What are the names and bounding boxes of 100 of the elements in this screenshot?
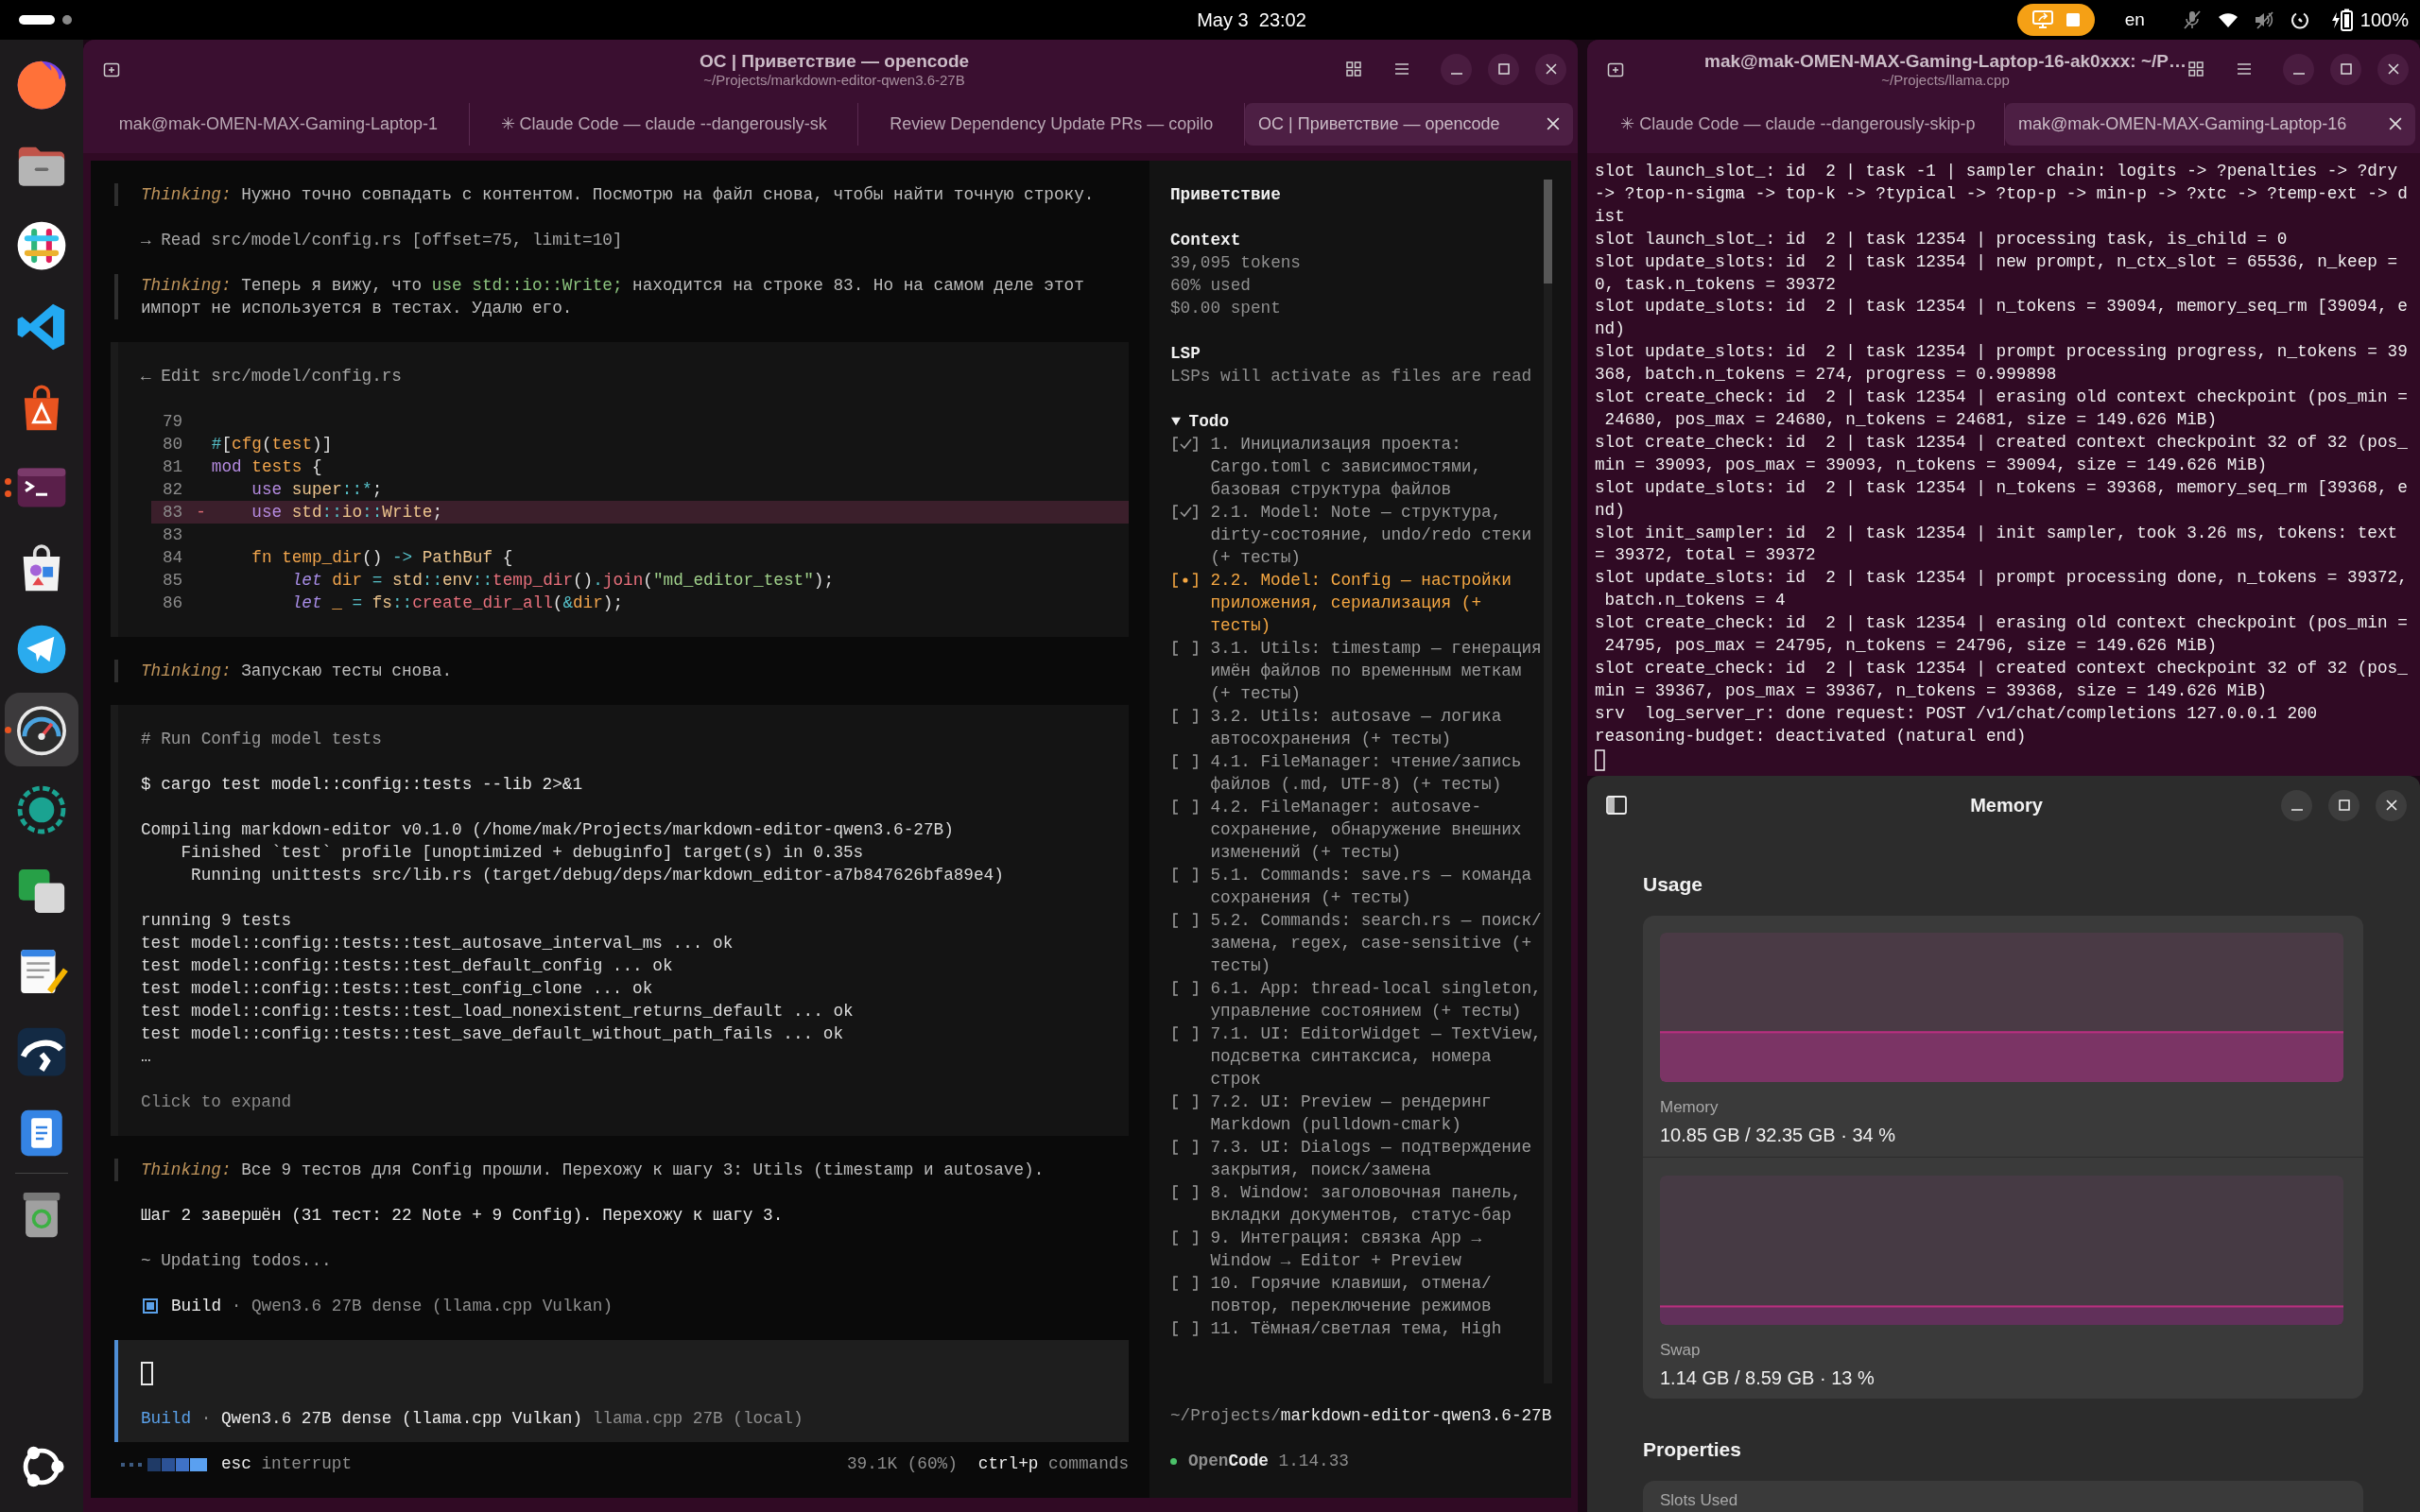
terminal-tab[interactable]: OC | Приветствие — opencode	[1245, 102, 1573, 146]
code-line: let dir = std::env::temp_dir().join("md_editor_test");	[290, 570, 834, 592]
window-title: Memory	[1970, 794, 2043, 816]
todo-item: 3.2. Utils: autosave — логика автосохранения (+ тесты)	[1210, 706, 1503, 750]
screen-sharing-indicator[interactable]	[2016, 4, 2095, 36]
command-title: # Run Config model tests	[140, 729, 383, 750]
screen-share-icon	[2031, 10, 2053, 29]
output-line: running 9 tests	[140, 910, 293, 932]
meter-label: Memory	[1660, 1097, 1719, 1118]
meter-value: 1.14 GB / 8.59 GB · 13 %	[1660, 1366, 1875, 1390]
minimize-button[interactable]	[2283, 53, 2314, 85]
close-button[interactable]	[2376, 789, 2407, 821]
context-stat: 39,095 tokens	[1170, 252, 1302, 274]
meter-value: 10.85 GB / 32.35 GB · 34 %	[1660, 1124, 1896, 1147]
terminal-tab[interactable]: mak@mak-OMEN-MAX-Gaming-Laptop-1	[88, 102, 470, 146]
property-label: Slots Used	[1660, 1490, 1738, 1511]
maximize-icon	[2338, 799, 2350, 811]
context-stat: $0.00 spent	[1170, 298, 1282, 319]
dial-icon[interactable]	[2290, 10, 2309, 29]
todo-item: 4.2. FileManager: autosave-сохранение, обнаружение внешних изменений (+ тесты)	[1210, 797, 1523, 864]
expand-link[interactable]: Click to expand	[118, 1091, 292, 1113]
close-icon[interactable]	[2389, 117, 2402, 130]
section-heading: Context	[1170, 230, 1242, 251]
line-number: 84	[162, 547, 183, 569]
square-icon	[143, 1298, 158, 1314]
scrollbar[interactable]	[1543, 180, 1552, 1383]
section-heading: Usage	[1643, 872, 1703, 897]
wifi-icon[interactable]	[2218, 10, 2238, 29]
close-icon[interactable]	[1547, 117, 1560, 130]
line-number: 86	[162, 593, 183, 614]
minimize-icon	[1450, 73, 1462, 75]
workspace-indicator[interactable]	[19, 15, 55, 25]
scrollbar-thumb[interactable]	[1543, 180, 1552, 284]
stop-icon	[2066, 13, 2080, 26]
todo-item: 2.2. Model: Config — настройки приложения, сериализация (+ тесты)	[1210, 570, 1512, 637]
line-number: 82	[162, 479, 183, 501]
transcript-line: ~ Updating todos...	[141, 1250, 333, 1272]
todo-item: 9. Интеграция: связка App → Window → Editor + Preview	[1210, 1228, 1483, 1272]
terminal-tab[interactable]: mak@mak-OMEN-MAX-Gaming-Laptop-16	[2004, 102, 2415, 146]
grid-icon[interactable]	[2187, 60, 2205, 78]
context-usage: 39.1K (60%)	[847, 1453, 958, 1475]
window-title: mak@mak-OMEN-MAX-Gaming-Laptop-16-ak0xxx: ~/P…	[1704, 50, 2187, 72]
speaker-muted-icon[interactable]	[2254, 10, 2273, 29]
close-button[interactable]	[1535, 53, 1566, 85]
todo-item: 5.2. Commands: search.rs — поиск/замена, regex, case-sensitive (+ тесты)	[1210, 910, 1542, 977]
window-title: OC | Приветствие — opencode	[699, 50, 970, 72]
todo-item: 6.1. App: thread-local singleton, управление состоянием (+ тесты)	[1210, 978, 1542, 1022]
lsp-status: LSPs will activate as files are read	[1170, 366, 1533, 387]
window-subtitle: ~/Projects/llama.cpp	[1881, 71, 2010, 88]
grid-icon[interactable]	[1344, 60, 1363, 78]
workspace-indicator[interactable]	[62, 15, 72, 25]
log-line: slot launch_slot_: id 2 | task 12354 | processing task, is_child = 0	[1595, 228, 2289, 250]
agent-status: Build · Qwen3.6 27B dense (llama.cpp Vulkan)	[171, 1296, 614, 1317]
battery-level[interactable]: 100%	[2360, 9, 2409, 31]
line-number: 83	[162, 524, 183, 546]
code-line: let _ = fs::create_dir_all(&dir);	[290, 593, 624, 614]
code-line: fn temp_dir() -> PathBuf {	[251, 547, 513, 569]
thinking-text: Thinking: Теперь я вижу, что use std::io::Write; находится на строке 83. Но на самом деле этот импорт не используется в тестах. Удалю его.	[114, 274, 1115, 319]
output-line: test model::config::tests::test_config_clone ... ok	[140, 978, 654, 1000]
line-number: 83	[162, 502, 183, 524]
close-icon	[2385, 799, 2397, 811]
prompt-input[interactable]: Build · Qwen3.6 27B dense (llama.cpp Vulkan) llama.cpp 27B (local)	[114, 1340, 1129, 1442]
log-line: slot create_check: id 2 | task 12354 | created context checkpoint 32 of 32 (pos_min = 39093, pos_max = 39093, n_tokens = 39094, size = 149.626 MiB)	[1595, 431, 2408, 476]
maximize-button[interactable]	[2328, 789, 2360, 821]
transcript-line: Шаг 2 завершён (31 тест: 22 Note + 9 Config). Перехожу к шагу 3.	[141, 1205, 785, 1227]
todo-item: 1. Инициализация проекта: Cargo.toml с зависимостями, базовая структура файлов	[1210, 434, 1483, 501]
maximize-icon	[1497, 63, 1510, 75]
code-line: mod tests {	[211, 456, 322, 478]
todo-item: 4.1. FileManager: чтение/запись файлов (.md, UTF-8) (+ тесты)	[1210, 751, 1523, 796]
text-cursor-icon	[141, 1361, 153, 1385]
close-button[interactable]	[2377, 53, 2409, 85]
keyboard-layout[interactable]: en	[2124, 9, 2145, 30]
expand-triangle-icon[interactable]	[1171, 417, 1181, 426]
output-line: Compiling markdown-editor v0.1.0 (/home/mak/Projects/markdown-editor-qwen3.6-27B)	[140, 819, 955, 841]
todo-item: 10. Горячие клавиши, отмена/повтор, переключение режимов	[1210, 1273, 1493, 1317]
todo-item: 8. Window: заголовочная панель, вкладки документов, статус-бар	[1210, 1182, 1523, 1227]
section-heading: Todo	[1188, 411, 1230, 433]
model-selector[interactable]: Build · Qwen3.6 27B dense (llama.cpp Vulkan) llama.cpp 27B (local)	[141, 1407, 804, 1430]
minimize-button[interactable]	[1441, 53, 1472, 85]
code-line: use std::io::Write;	[251, 502, 442, 524]
key-hint: esc interrupt	[221, 1453, 352, 1475]
todo-item: 7.2. UI: Preview — рендеринг Markdown (pulldown-cmark)	[1210, 1091, 1493, 1136]
edit-header: ← Edit src/model/config.rs	[140, 366, 403, 387]
line-number: 81	[162, 456, 183, 478]
thinking-text: Thinking: Нужно точно совпадать с контентом. Посмотрю на файл снова, чтобы найти точную строку.	[114, 183, 1115, 206]
minimize-button[interactable]	[2281, 789, 2312, 821]
microphone-muted-icon[interactable]	[2182, 10, 2202, 29]
maximize-button[interactable]	[1488, 53, 1519, 85]
sidebar-toggle-icon[interactable]	[1606, 796, 1627, 815]
minimize-icon	[2292, 73, 2305, 75]
app-launcher-button[interactable]	[5, 693, 78, 766]
log-line: slot create_check: id 2 | task 12354 | erasing old context checkpoint (pos_min = 24680, pos_max = 24680, n_tokens = 24681, size = 149.626 MiB)	[1595, 387, 2408, 431]
output-line: Finished `test` profile [unoptimized + debuginfo] target(s) in 0.35s	[180, 842, 865, 864]
clock[interactable]: May 3 23:02	[1197, 9, 1306, 31]
maximize-button[interactable]	[2330, 53, 2361, 85]
battery-charging-icon[interactable]	[2331, 9, 2353, 31]
terminal-tab[interactable]: ✳ Claude Code — claude --dangerously-skip-p	[1592, 102, 2005, 146]
terminal-tab[interactable]: ✳ Claude Code — claude --dangerously-sk	[469, 102, 859, 146]
meter-label: Swap	[1660, 1340, 1701, 1361]
todo-item: 2.1. Model: Note — структура, dirty-состояние, undo/redo стеки (+ тесты)	[1210, 502, 1533, 569]
